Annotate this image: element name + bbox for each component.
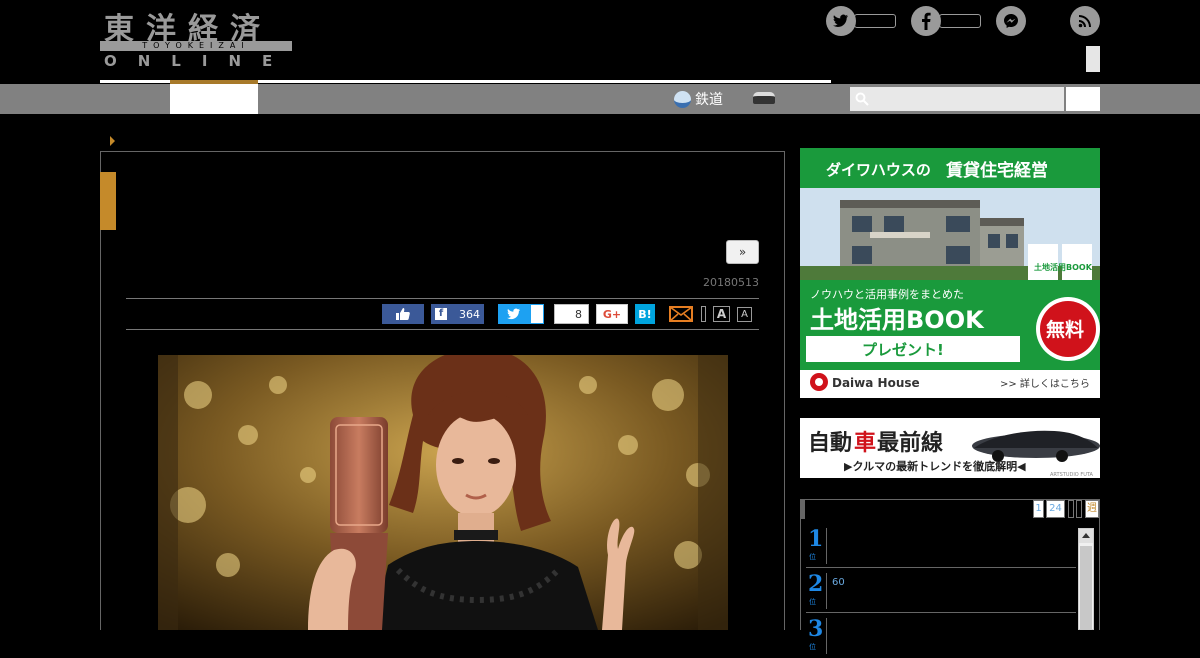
ranking-number: 1 — [808, 526, 824, 552]
facebook-share[interactable] — [911, 6, 981, 36]
article-photo — [158, 355, 728, 630]
hatena-bookmark-button[interactable]: B! — [635, 304, 655, 324]
ad1-headline-b: 賃貸住宅経営 — [945, 160, 1048, 181]
ranking-number: 3 — [808, 616, 824, 642]
facebook-like-button[interactable] — [382, 304, 424, 324]
ad1-more: >> 詳しくはこちら — [1000, 377, 1090, 390]
mail-icon[interactable] — [669, 305, 693, 323]
facebook-icon: f — [435, 308, 447, 320]
font-size-separator — [701, 306, 706, 322]
ranking-list: 1 位 2 位 60 3 位 — [806, 524, 1076, 654]
train-icon — [674, 90, 691, 108]
facebook-count — [939, 14, 981, 28]
ad1-brand: Daiwa House — [832, 376, 920, 390]
ad1-book-cover-a: 土地活用BOOK — [1034, 262, 1093, 272]
ad1-knowhow: ノウハウと活用事例をまとめた — [810, 287, 964, 301]
search-icon — [855, 92, 869, 106]
ranking-divider — [826, 528, 827, 564]
font-size-small-button[interactable]: A — [737, 307, 752, 322]
rss-icon — [1070, 6, 1100, 36]
twitter-share[interactable] — [826, 6, 896, 36]
ranking-suffix: 位 — [809, 553, 816, 561]
facebook-share-button[interactable]: f 364 — [431, 304, 484, 324]
share-divider-top — [126, 298, 759, 299]
next-page-button[interactable]: » — [726, 240, 759, 264]
twitter-tweet-button[interactable] — [498, 304, 530, 324]
ranking-tab-24h[interactable]: 24 — [1046, 500, 1065, 518]
ranking-suffix: 位 — [809, 643, 816, 651]
logo-english[interactable]: ONLINE — [104, 52, 293, 70]
ad2-credit: ARTSTUDIO FUTA — [1050, 472, 1094, 478]
rss-link[interactable] — [1070, 6, 1100, 36]
ranking-text: 60 — [832, 577, 845, 588]
pocket-count: 8 — [575, 307, 582, 321]
facebook-icon — [911, 6, 941, 36]
scrollbar-thumb[interactable] — [1080, 546, 1092, 630]
share-divider-bottom — [126, 329, 759, 330]
ranking-header-edge — [800, 499, 805, 519]
ranking-tab-week[interactable]: 週 — [1085, 500, 1099, 518]
ranking-divider — [826, 618, 827, 654]
ranking-tab-4[interactable] — [1076, 500, 1082, 518]
nav-item-rail[interactable]: 鉄道 — [674, 86, 723, 112]
daiwa-house-ad-banner[interactable]: ダイワハウスの 賃貸住宅経営 土地活用BOOK ノウハウと活用事例をまとめた 土… — [800, 148, 1100, 398]
login-button[interactable] — [1086, 46, 1100, 72]
ranking-suffix: 位 — [809, 598, 816, 606]
ad2-title-red: 車 — [854, 431, 876, 456]
twitter-count — [854, 14, 896, 28]
twitter-icon — [826, 6, 856, 36]
ranking-tab-1h[interactable]: 1 — [1033, 500, 1044, 518]
font-size-large-button[interactable]: A — [713, 306, 730, 322]
ad2-subtitle: ▶クルマの最新トレンドを徹底解明◀ — [844, 459, 1026, 473]
ad1-headline-a: ダイワハウスの — [826, 161, 931, 179]
ranking-row[interactable]: 3 位 — [806, 614, 1076, 658]
search-button[interactable] — [1066, 87, 1100, 111]
logo-subtitle-bar: TOYOKEIZAI — [100, 41, 292, 51]
article-date: 20180513 — [703, 276, 759, 289]
nav-item-rail-label: 鉄道 — [695, 92, 723, 108]
breadcrumb-arrow-icon — [110, 136, 115, 146]
ad2-title-b: 最前線 — [877, 430, 943, 456]
ranking-row[interactable]: 2 位 60 — [806, 569, 1076, 613]
messenger-share[interactable] — [996, 6, 1026, 36]
twitter-tweet-count — [530, 304, 544, 324]
nav-tab-active[interactable] — [170, 84, 258, 114]
ad1-book-title: 土地活用BOOK — [810, 306, 985, 334]
title-accent-bar — [100, 172, 116, 230]
ranking-number: 2 — [808, 571, 824, 597]
facebook-share-count: 364 — [459, 307, 480, 321]
messenger-icon — [996, 6, 1026, 36]
ad2-title-a: 自動 — [808, 430, 852, 456]
google-plus-button[interactable]: G+ — [596, 304, 628, 324]
ranking-row[interactable]: 1 位 — [806, 524, 1076, 568]
ranking-tab-3[interactable] — [1068, 500, 1074, 518]
car-icon[interactable] — [753, 92, 775, 104]
ranking-divider — [826, 573, 827, 609]
ad1-present: プレゼント! — [862, 341, 944, 359]
pocket-button[interactable]: 8 — [554, 304, 589, 324]
car-frontline-ad-banner[interactable]: 自動 車 最前線 ▶クルマの最新トレンドを徹底解明◀ ARTSTUDIO FUT… — [800, 418, 1100, 478]
scroll-up-icon[interactable] — [1079, 529, 1093, 543]
thumbs-up-icon — [396, 308, 410, 320]
ad1-free: 無料 — [1046, 318, 1084, 341]
twitter-icon — [507, 308, 520, 320]
search-input[interactable] — [850, 87, 1064, 111]
